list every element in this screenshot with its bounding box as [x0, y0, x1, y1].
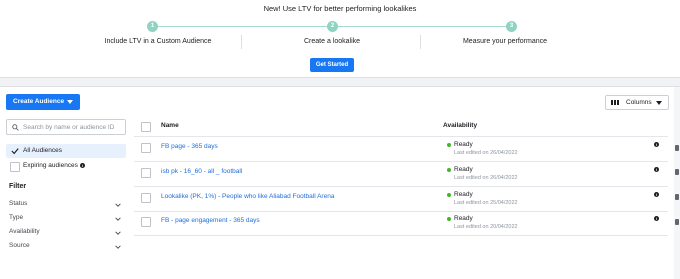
- step-1-label: Include LTV in a Custom Audience: [104, 38, 212, 45]
- info-icon[interactable]: i: [654, 192, 659, 197]
- row-checkbox[interactable]: [141, 193, 151, 203]
- step-2-indicator: 2: [327, 21, 338, 32]
- filter-type-label: Type: [9, 214, 24, 221]
- filter-type[interactable]: Type: [9, 214, 124, 226]
- column-header-name[interactable]: Name: [161, 122, 179, 129]
- column-header-availability[interactable]: Availability: [443, 122, 477, 129]
- step-divider: [420, 35, 421, 49]
- ready-status-dot: [447, 217, 451, 221]
- banner-title: New! Use LTV for better performing looka…: [263, 4, 417, 13]
- search-icon: [12, 124, 19, 131]
- get-started-button[interactable]: Get Started: [310, 58, 354, 72]
- scroll-thumb[interactable]: [675, 145, 679, 151]
- audience-search[interactable]: [6, 119, 126, 135]
- info-icon[interactable]: i: [654, 216, 659, 221]
- step-1-indicator: 1: [147, 21, 158, 32]
- divider: [134, 235, 668, 236]
- caret-down-icon: [656, 101, 662, 105]
- expiring-checkbox[interactable]: [10, 162, 20, 172]
- divider: [134, 136, 668, 137]
- divider: [134, 186, 668, 187]
- filter-title: Filter: [9, 183, 27, 190]
- filter-status-label: Status: [9, 200, 28, 207]
- info-icon[interactable]: i: [79, 162, 85, 168]
- row-checkbox[interactable]: [141, 217, 151, 227]
- ready-status-dot: [447, 143, 451, 147]
- status-text: Ready: [454, 141, 473, 148]
- row-checkbox[interactable]: [141, 168, 151, 178]
- chevron-down-icon: [115, 245, 121, 249]
- info-icon[interactable]: i: [654, 142, 659, 147]
- filter-source[interactable]: Source: [9, 242, 124, 254]
- row-checkbox[interactable]: [141, 143, 151, 153]
- filter-availability-label: Availability: [9, 228, 40, 235]
- columns-icon: [611, 100, 619, 105]
- all-audiences-label: All Audiences: [23, 147, 63, 154]
- last-edited: Last edited on 26/04/2022: [454, 150, 518, 156]
- columns-button[interactable]: Columns: [605, 95, 669, 110]
- filter-all-audiences[interactable]: All Audiences: [6, 144, 126, 158]
- caret-down-icon: [67, 100, 73, 104]
- chevron-down-icon: [115, 217, 121, 221]
- status-text: Ready: [454, 215, 473, 222]
- audience-name-link[interactable]: Lookalike (PK, 1%) - People who like Ali…: [161, 193, 334, 200]
- step-divider: [241, 35, 242, 49]
- divider: [134, 161, 668, 162]
- filter-availability[interactable]: Availability: [9, 228, 124, 240]
- filter-status[interactable]: Status: [9, 200, 124, 212]
- scrollbar[interactable]: [674, 87, 680, 279]
- audience-name-link[interactable]: FB page - 365 days: [161, 143, 218, 150]
- expiring-audiences-label: Expiring audiences: [23, 162, 78, 169]
- divider: [134, 211, 668, 212]
- select-all-checkbox[interactable]: [141, 122, 151, 132]
- last-edited: Last edited on 20/04/2022: [454, 224, 518, 230]
- step-connector: [338, 26, 506, 27]
- last-edited: Last edited on 25/04/2022: [454, 200, 518, 206]
- last-edited: Last edited on 26/04/2022: [454, 175, 518, 181]
- audience-name-link[interactable]: isb pk - 16_60 - all _ football: [161, 168, 242, 175]
- filter-expiring-audiences[interactable]: Expiring audiences i: [6, 159, 126, 173]
- filter-source-label: Source: [9, 242, 30, 249]
- status-text: Ready: [454, 191, 473, 198]
- scroll-thumb[interactable]: [675, 169, 679, 175]
- info-icon[interactable]: i: [654, 167, 659, 172]
- chevron-down-icon: [115, 203, 121, 207]
- columns-label: Columns: [626, 99, 652, 106]
- step-3-label: Measure your performance: [462, 38, 548, 45]
- scroll-thumb[interactable]: [675, 219, 679, 225]
- step-3-indicator: 3: [506, 21, 517, 32]
- chevron-down-icon: [115, 231, 121, 235]
- step-2-label: Create a lookalike: [303, 38, 361, 45]
- create-audience-label: Create Audience: [13, 98, 65, 105]
- checkmark-icon: [11, 148, 19, 155]
- scroll-thumb[interactable]: [675, 194, 679, 200]
- ltv-banner: New! Use LTV for better performing looka…: [0, 0, 680, 78]
- audiences-panel: Create Audience Columns All Audiences Ex…: [0, 86, 680, 279]
- step-connector: [158, 26, 328, 27]
- status-text: Ready: [454, 166, 473, 173]
- audience-name-link[interactable]: FB - page engagement - 365 days: [161, 217, 260, 224]
- search-input[interactable]: [21, 121, 123, 133]
- ready-status-dot: [447, 168, 451, 172]
- create-audience-button[interactable]: Create Audience: [6, 94, 80, 110]
- ready-status-dot: [447, 193, 451, 197]
